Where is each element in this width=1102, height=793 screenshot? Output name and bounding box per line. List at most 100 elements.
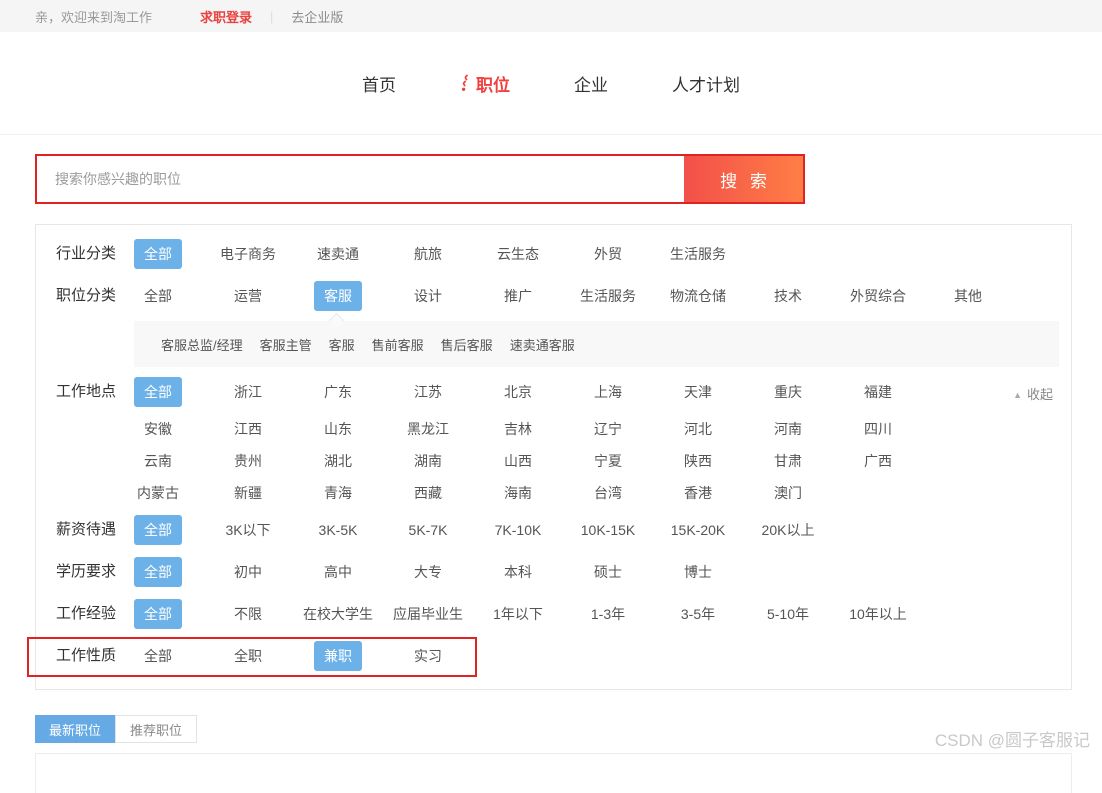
filter-option[interactable]: 山西 [494, 446, 542, 476]
filter-option[interactable]: 北京 [494, 377, 542, 407]
filter-option[interactable]: 天津 [674, 377, 722, 407]
filter-option[interactable]: 河北 [674, 414, 722, 444]
filter-option[interactable]: 外贸综合 [840, 281, 916, 311]
subcategory-item[interactable]: 客服主管 [260, 335, 312, 354]
filter-option[interactable]: 湖南 [404, 446, 452, 476]
filter-option-selected[interactable]: 全部 [134, 599, 182, 629]
filter-option[interactable]: 安徽 [134, 414, 182, 444]
filter-option[interactable]: 四川 [854, 414, 902, 444]
filter-option[interactable]: 广西 [854, 446, 902, 476]
filter-option[interactable]: 7K-10K [485, 517, 552, 543]
subcategory-item[interactable]: 售后客服 [441, 335, 493, 354]
filter-option[interactable]: 贵州 [224, 446, 272, 476]
filter-option[interactable]: 山东 [314, 414, 362, 444]
subcategory-item[interactable]: 速卖通客服 [510, 335, 575, 354]
filter-option[interactable]: 台湾 [584, 478, 632, 508]
tab-0-active[interactable]: 最新职位 [35, 715, 115, 743]
filter-option[interactable]: 1-3年 [581, 599, 635, 629]
filter-option[interactable]: 实习 [404, 641, 452, 671]
filter-option[interactable]: 外贸 [584, 239, 632, 269]
filter-option[interactable]: 高中 [314, 557, 362, 587]
nav-item-0[interactable]: 首页 [362, 71, 396, 96]
filter-option[interactable]: 黑龙江 [397, 414, 459, 444]
filter-option[interactable]: 陕西 [674, 446, 722, 476]
subcategory-item[interactable]: 客服总监/经理 [161, 335, 243, 354]
filter-option[interactable]: 全部 [134, 281, 182, 311]
filter-option[interactable]: 湖北 [314, 446, 362, 476]
filter-option[interactable]: 宁夏 [584, 446, 632, 476]
filter-option[interactable]: 福建 [854, 377, 902, 407]
filter-option[interactable]: 香港 [674, 478, 722, 508]
filter-option[interactable]: 5K-7K [399, 517, 458, 543]
filter-option[interactable]: 海南 [494, 478, 542, 508]
subcategory-item[interactable]: 客服 [329, 335, 355, 354]
search-button[interactable]: 搜 索 [684, 156, 803, 202]
filter-option[interactable]: 1年以下 [483, 599, 553, 629]
filter-option[interactable]: 辽宁 [584, 414, 632, 444]
filter-option-selected[interactable]: 全部 [134, 515, 182, 545]
nav-item-2[interactable]: 企业 [574, 71, 608, 96]
filter-option[interactable]: 推广 [494, 281, 542, 311]
filter-option[interactable]: 5-10年 [757, 599, 819, 629]
filter-option[interactable]: 3K-5K [309, 517, 368, 543]
filter-option-selected[interactable]: 全部 [134, 377, 182, 407]
filter-option[interactable]: 初中 [224, 557, 272, 587]
filter-option[interactable]: 云南 [134, 446, 182, 476]
filter-option[interactable]: 10年以上 [839, 599, 917, 629]
filter-option[interactable]: 3K以下 [215, 515, 280, 545]
filter-cell: 吉林 [473, 414, 563, 444]
filter-option[interactable]: 20K以上 [752, 515, 825, 545]
filter-cell: 1年以下 [473, 599, 563, 629]
filter-option[interactable]: 电子商务 [210, 239, 286, 269]
filter-option[interactable]: 10K-15K [571, 517, 645, 543]
filter-option[interactable]: 其他 [944, 281, 992, 311]
nav-item-1-active[interactable]: 职位 [460, 71, 510, 96]
filter-option[interactable]: 江苏 [404, 377, 452, 407]
filter-option[interactable]: 博士 [674, 557, 722, 587]
filter-option[interactable]: 甘肃 [764, 446, 812, 476]
subcategory-item[interactable]: 售前客服 [372, 335, 424, 354]
filter-option[interactable]: 大专 [404, 557, 452, 587]
filter-option[interactable]: 上海 [584, 377, 632, 407]
filter-option[interactable]: 物流仓储 [660, 281, 736, 311]
filter-option[interactable]: 新疆 [224, 478, 272, 508]
enterprise-version-link[interactable]: 去企业版 [291, 7, 343, 26]
filter-option[interactable]: 吉林 [494, 414, 542, 444]
filter-cell: 广东 [293, 377, 383, 407]
filter-option[interactable]: 青海 [314, 478, 362, 508]
filter-option[interactable]: 设计 [404, 281, 452, 311]
filter-option-selected[interactable]: 全部 [134, 557, 182, 587]
filter-option[interactable]: 广东 [314, 377, 362, 407]
filter-option[interactable]: 江西 [224, 414, 272, 444]
filter-option[interactable]: 航旅 [404, 239, 452, 269]
filter-option-selected[interactable]: 兼职 [314, 641, 362, 671]
filter-option[interactable]: 河南 [764, 414, 812, 444]
filter-option[interactable]: 15K-20K [661, 517, 735, 543]
filter-option[interactable]: 运营 [224, 281, 272, 311]
filter-option[interactable]: 云生态 [487, 239, 549, 269]
filter-option[interactable]: 3-5年 [671, 599, 725, 629]
filter-option[interactable]: 全部 [134, 641, 182, 671]
filter-option[interactable]: 全职 [224, 641, 272, 671]
filter-option[interactable]: 应届毕业生 [383, 599, 473, 629]
collapse-link[interactable]: ▲收起 [1013, 384, 1053, 403]
filter-option[interactable]: 硕士 [584, 557, 632, 587]
filter-option[interactable]: 重庆 [764, 377, 812, 407]
filter-option[interactable]: 内蒙古 [127, 478, 189, 508]
filter-option-selected[interactable]: 全部 [134, 239, 182, 269]
filter-option[interactable]: 生活服务 [570, 281, 646, 311]
filter-option[interactable]: 浙江 [224, 377, 272, 407]
filter-option[interactable]: 西藏 [404, 478, 452, 508]
tab-1[interactable]: 推荐职位 [115, 715, 197, 743]
filter-option[interactable]: 速卖通 [307, 239, 369, 269]
filter-option[interactable]: 不限 [224, 599, 272, 629]
filter-option[interactable]: 澳门 [764, 478, 812, 508]
nav-item-3[interactable]: 人才计划 [672, 71, 740, 96]
search-input[interactable] [37, 156, 684, 202]
filter-option[interactable]: 技术 [764, 281, 812, 311]
job-seeker-login-link[interactable]: 求职登录 [200, 7, 252, 26]
filter-option[interactable]: 本科 [494, 557, 542, 587]
filter-option-selected[interactable]: 客服 [314, 281, 362, 311]
filter-option[interactable]: 在校大学生 [293, 599, 383, 629]
filter-option[interactable]: 生活服务 [660, 239, 736, 269]
